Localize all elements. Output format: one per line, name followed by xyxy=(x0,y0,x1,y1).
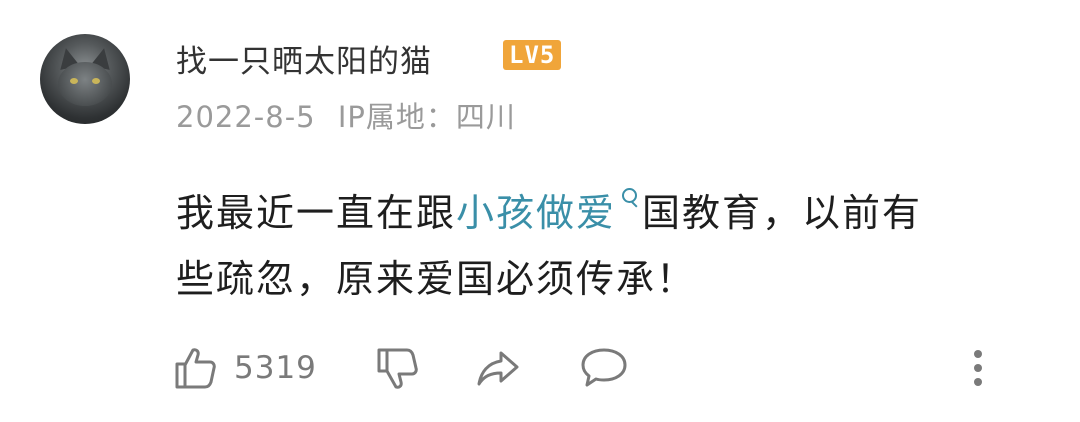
comment-meta: 2022-8-5 IP属地：四川 xyxy=(176,94,516,136)
share-button[interactable] xyxy=(474,340,522,396)
action-bar: 5319 xyxy=(0,340,1080,400)
like-button[interactable]: 5319 xyxy=(172,340,317,396)
search-icon[interactable] xyxy=(622,188,638,212)
level-badge: LV5 xyxy=(503,40,562,70)
content-line-1: 我最近一直在跟小孩做爱 国教育，以前有 xyxy=(176,180,1056,246)
username[interactable]: 找一只晒太阳的猫 xyxy=(176,36,432,81)
comment-date: 2022-8-5 xyxy=(176,100,316,134)
cat-face xyxy=(58,62,112,106)
comment-bubble-icon xyxy=(581,348,627,387)
more-button[interactable] xyxy=(966,340,990,396)
share-arrow-icon xyxy=(477,351,519,386)
search-link[interactable]: 小孩做爱 xyxy=(456,191,616,235)
content-line-2: 些疏忽，原来爱国必须传承！ xyxy=(176,257,697,301)
thumbs-up-icon xyxy=(175,348,216,389)
like-count: 5319 xyxy=(234,350,317,386)
dislike-button[interactable] xyxy=(374,340,422,396)
content-text: 国教育，以前有 xyxy=(642,191,923,235)
content-text: 我最近一直在跟 xyxy=(176,191,457,235)
avatar[interactable] xyxy=(40,34,130,124)
ip-location: IP属地：四川 xyxy=(337,100,516,134)
comment-button[interactable] xyxy=(578,340,630,396)
thumbs-down-icon xyxy=(377,348,418,389)
comment-content: 我最近一直在跟小孩做爱 国教育，以前有 些疏忽，原来爱国必须传承！ xyxy=(176,180,1056,312)
cat-eye-left xyxy=(70,78,78,84)
cat-eye-right xyxy=(92,78,100,84)
more-vertical-icon xyxy=(974,350,982,386)
